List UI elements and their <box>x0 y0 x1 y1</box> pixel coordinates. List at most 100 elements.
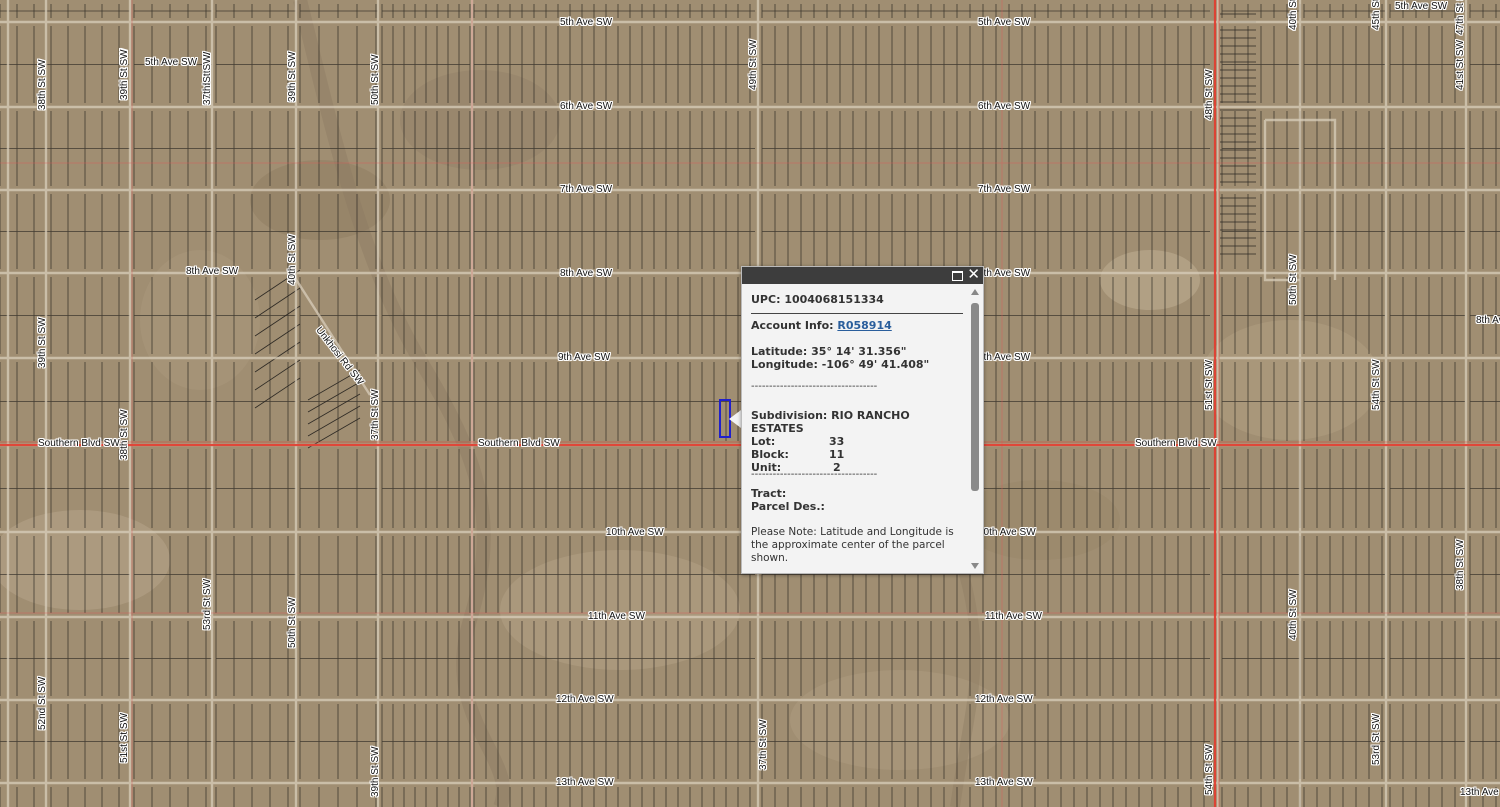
street-label: 53rd St SW <box>202 578 213 630</box>
parcel-des-label: Parcel Des.: <box>751 500 825 513</box>
popup-pointer <box>729 410 741 428</box>
close-icon[interactable]: ✕ <box>967 266 980 283</box>
street-label: 53rd St SW <box>1371 713 1382 765</box>
street-label: 49th St SW <box>748 39 759 90</box>
upc-label: UPC: <box>751 293 781 306</box>
tract-row: Tract: <box>751 487 786 500</box>
street-label: Southern Blvd SW <box>38 438 120 449</box>
street-label: 12th Ave SW <box>975 694 1033 705</box>
upc-value: 1004068151334 <box>784 293 884 306</box>
parcel-info-popup: ✕ UPC: 1004068151334 Account Info: R0589… <box>741 266 984 574</box>
street-label: 47th St SW <box>1455 0 1466 35</box>
street-label: 50th St SW <box>1288 254 1299 305</box>
terrain-patch <box>500 550 740 670</box>
street-label: 10th Ave SW <box>606 527 664 538</box>
street-label: 37th St SW <box>758 719 769 770</box>
block-label: Block: <box>751 448 789 461</box>
dash-divider: ----------------------------------- <box>751 381 878 392</box>
street-label: 9th Ave SW <box>978 352 1031 363</box>
street-label: 13th Ave SW <box>975 777 1033 788</box>
terrain-patch <box>400 70 560 170</box>
street-label: 5th Ave SW <box>1395 1 1448 12</box>
terrain-patch <box>1100 250 1200 310</box>
subdivision-label: Subdivision: <box>751 409 828 422</box>
street-label: 54th St SW <box>1204 744 1215 795</box>
account-row: Account Info: R058914 <box>751 319 892 332</box>
street-label: 8th Ave SW <box>1476 315 1500 326</box>
note-line: Please Note: Latitude and Longitude is <box>751 526 954 538</box>
street-label: 52nd St SW <box>37 676 48 730</box>
latitude-label: Latitude: <box>751 345 808 358</box>
maximize-icon[interactable] <box>952 271 963 281</box>
street-label: 40th St SW <box>287 234 298 285</box>
street-label: 39th St SW <box>287 51 298 102</box>
popup-scrollbar[interactable] <box>971 289 979 569</box>
street-label: 5th Ave SW <box>560 17 613 28</box>
account-link[interactable]: R058914 <box>837 319 891 332</box>
street-label: 39th St SW <box>370 746 381 797</box>
longitude-row: Longitude: -106° 49' 41.408" <box>751 358 929 371</box>
popup-titlebar: ✕ <box>742 266 983 284</box>
street-label: 41st St SW <box>1455 39 1466 90</box>
street-label: 13th Ave SW <box>556 777 614 788</box>
street-label: 12th Ave SW <box>556 694 614 705</box>
street-label: 8th Ave SW <box>186 266 239 277</box>
account-label: Account Info: <box>751 319 834 332</box>
scroll-thumb[interactable] <box>971 303 979 491</box>
note-line: shown. <box>751 552 789 564</box>
upc-row: UPC: 1004068151334 <box>751 293 884 306</box>
street-label: 48th St SW <box>1204 69 1215 120</box>
subdivision-value-cont: ESTATES <box>751 422 804 435</box>
street-label: 6th Ave SW <box>978 101 1031 112</box>
lot-row: Lot: 33 <box>751 435 951 448</box>
block-row: Block: 11 <box>751 448 951 461</box>
scroll-up-icon[interactable] <box>971 289 979 295</box>
terrain-patch <box>1200 320 1380 440</box>
street-label: 9th Ave SW <box>558 352 611 363</box>
street-label: 7th Ave SW <box>560 184 613 195</box>
street-label: 6th Ave SW <box>560 101 613 112</box>
street-label: 11th Ave SW <box>588 611 645 622</box>
street-label: 50th St SW <box>287 597 298 648</box>
street-label: 39th St SW <box>119 49 130 100</box>
street-label: 8th Ave SW <box>560 268 613 279</box>
lot-label: Lot: <box>751 435 776 448</box>
popup-content: UPC: 1004068151334 Account Info: R058914… <box>750 285 970 570</box>
street-label: 5th Ave SW <box>145 57 198 68</box>
scroll-down-icon[interactable] <box>971 563 979 569</box>
street-label: Southern Blvd SW <box>1135 438 1217 449</box>
tract-label: Tract: <box>751 487 787 500</box>
latitude-value: 35° 14' 31.356" <box>811 345 907 358</box>
street-label: 40th St SW <box>1288 589 1299 640</box>
subdivision-value: RIO RANCHO <box>831 409 910 422</box>
dash-divider: ----------------------------------- <box>751 469 878 480</box>
street-label: Southern Blvd SW <box>478 438 560 449</box>
street-label: 51st St SW <box>1204 359 1215 410</box>
block-value: 11 <box>829 448 845 461</box>
subdivision-row: Subdivision: RIO RANCHO <box>751 409 910 422</box>
street-label: 38th St SW <box>1455 539 1466 590</box>
note-line: the approximate center of the parcel <box>751 539 945 551</box>
street-label: 7th Ave SW <box>978 184 1031 195</box>
longitude-value: -106° 49' 41.408" <box>821 358 930 371</box>
street-label: 38th St SW <box>37 59 48 110</box>
street-label: 39th St SW <box>37 317 48 368</box>
street-label: 51st St SW <box>119 712 130 763</box>
terrain-patch <box>960 480 1120 560</box>
street-label: 13th Ave SW <box>1460 787 1500 798</box>
street-label: 38th St SW <box>119 409 130 460</box>
street-label: 5th Ave SW <box>978 17 1031 28</box>
street-label: 54th St SW <box>1371 359 1382 410</box>
lot-value: 33 <box>829 435 845 448</box>
parcel-des-row: Parcel Des.: <box>751 500 825 513</box>
divider-line <box>751 313 963 314</box>
street-label: 37th St SW <box>370 389 381 440</box>
street-label: 10th Ave SW <box>978 527 1036 538</box>
street-label: 40th St SW <box>1288 0 1299 30</box>
street-label: 8th Ave SW <box>978 268 1031 279</box>
street-label: 50th St SW <box>370 54 381 105</box>
longitude-label: Longitude: <box>751 358 818 371</box>
street-label: 45th St SW <box>1371 0 1382 30</box>
street-label: 11th Ave SW <box>985 611 1042 622</box>
street-label: 37th St SW <box>202 54 213 105</box>
